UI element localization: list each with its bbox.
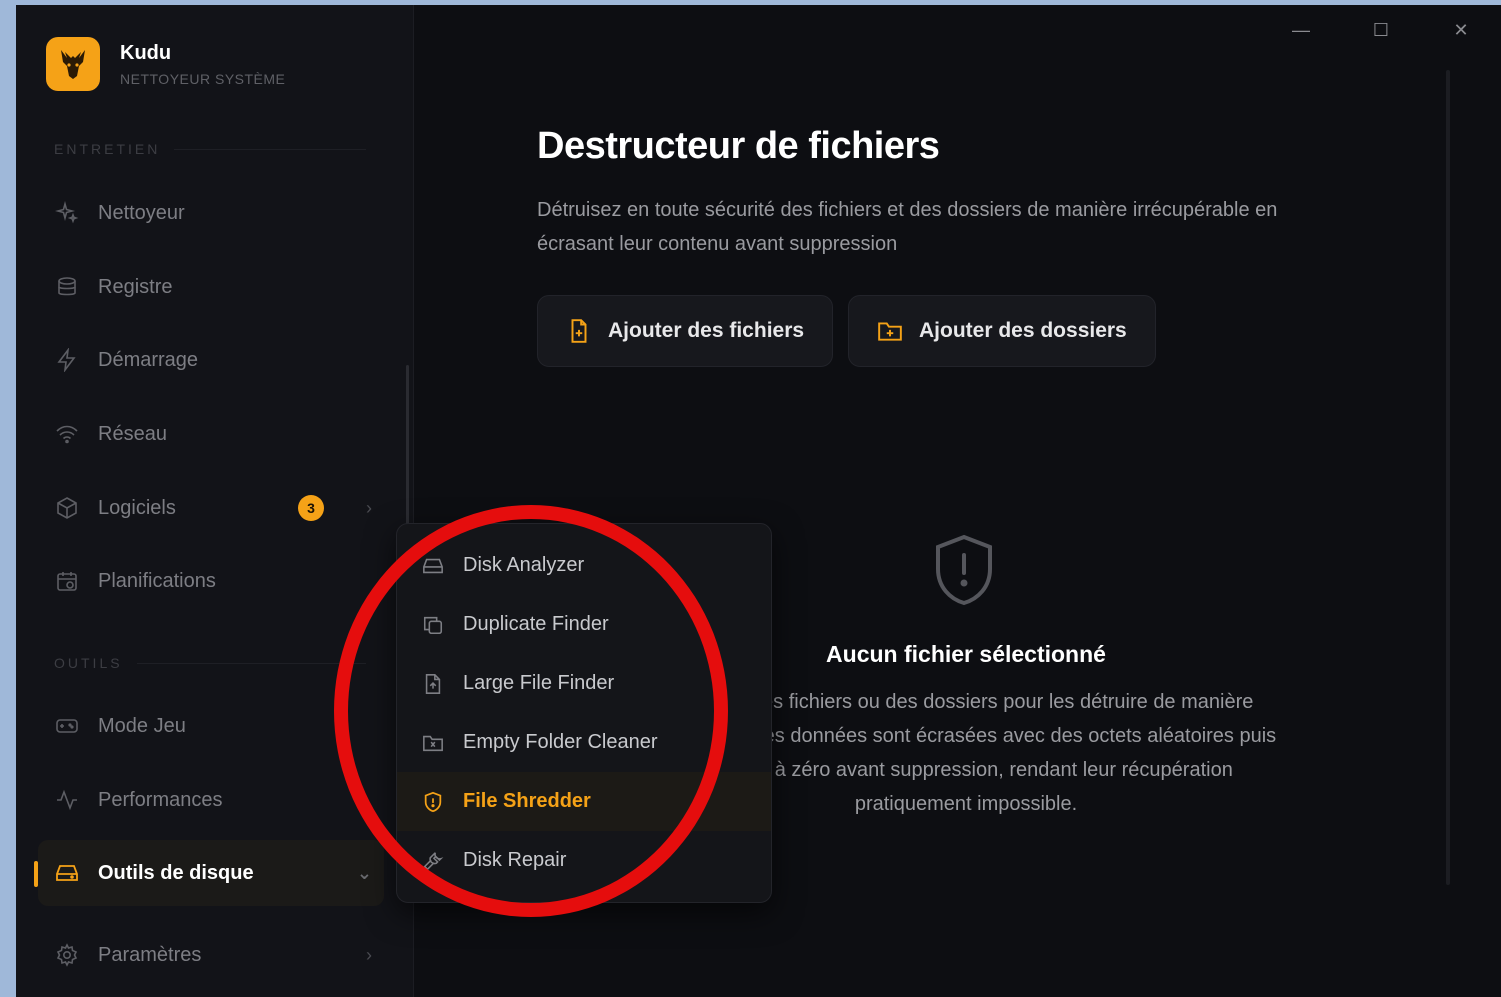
sidebar-item-label: Outils de disque	[98, 861, 254, 884]
menu-item-disk-repair[interactable]: Disk Repair	[397, 831, 771, 890]
sparkle-icon	[54, 200, 80, 226]
chevron-right-icon: ›	[366, 944, 372, 965]
app-name: Kudu	[120, 41, 172, 64]
sidebar-item-label: Planifications	[98, 569, 216, 592]
shield-icon	[421, 791, 445, 813]
app-subtitle: NETTOYEUR SYSTÈME	[120, 70, 286, 87]
file-plus-icon	[566, 318, 592, 344]
sidebar-item-label: Démarrage	[98, 348, 199, 371]
window-controls: — ☐ ✕	[1261, 15, 1501, 45]
hard-drive-icon	[54, 860, 80, 886]
menu-item-label: Duplicate Finder	[463, 613, 609, 635]
sidebar-item-label: Mode Jeu	[98, 714, 186, 737]
page-title: Destructeur de fichiers	[537, 125, 940, 167]
add-files-button[interactable]: Ajouter des fichiers	[537, 295, 834, 367]
wrench-icon	[421, 850, 445, 872]
maximize-button[interactable]: ☐	[1341, 15, 1421, 45]
menu-item-disk-analyzer[interactable]: Disk Analyzer	[397, 536, 771, 595]
page-description: Détruisez en toute sécurité des fichiers…	[537, 199, 1278, 255]
sidebar-item-label: Nettoyeur	[98, 201, 185, 224]
sidebar-item-reseau[interactable]: Réseau	[38, 401, 384, 467]
sidebar-item-mode-jeu[interactable]: Mode Jeu	[38, 693, 384, 759]
section-label-tools: OUTILS	[54, 655, 366, 671]
sidebar-item-label: Logiciels	[98, 496, 176, 519]
kudu-logo-icon	[46, 37, 100, 91]
section-label-maintenance: ENTRETIEN	[54, 141, 366, 157]
sidebar-item-nettoyeur[interactable]: Nettoyeur	[38, 180, 384, 246]
menu-item-file-shredder[interactable]: File Shredder	[397, 772, 771, 831]
add-files-label: Ajouter des fichiers	[608, 319, 805, 342]
minimize-button[interactable]: —	[1261, 15, 1341, 45]
menu-item-duplicate-finder[interactable]: Duplicate Finder	[397, 595, 771, 654]
menu-item-label: Empty Folder Cleaner	[463, 731, 658, 753]
chevron-down-icon: ⌄	[356, 862, 372, 883]
sidebar-item-performances[interactable]: Performances	[38, 767, 384, 833]
sidebar-item-parametres[interactable]: Paramètres ›	[38, 922, 384, 988]
menu-item-label: Large File Finder	[463, 672, 615, 694]
wifi-icon	[54, 421, 80, 447]
sidebar-item-label: Registre	[98, 275, 173, 298]
file-icon	[421, 673, 445, 695]
folder-plus-icon	[877, 318, 903, 344]
bolt-icon	[54, 347, 80, 373]
update-count-badge: 3	[298, 495, 324, 521]
pulse-icon	[54, 787, 80, 813]
copy-icon	[421, 614, 445, 636]
menu-item-large-file-finder[interactable]: Large File Finder	[397, 654, 771, 713]
sidebar: Kudu NETTOYEUR SYSTÈME ENTRETIEN Nettoye…	[16, 5, 414, 997]
sidebar-item-planifications[interactable]: Planifications	[38, 548, 384, 614]
add-folders-button[interactable]: Ajouter des dossiers	[848, 295, 1156, 367]
sidebar-item-registre[interactable]: Registre	[38, 254, 384, 320]
sidebar-item-label: Réseau	[98, 422, 167, 445]
disk-tools-menu: Disk Analyzer Duplicate Finder Large Fil…	[396, 523, 772, 903]
shield-alert-icon	[932, 533, 996, 612]
menu-item-empty-folder-cleaner[interactable]: Empty Folder Cleaner	[397, 713, 771, 772]
database-icon	[54, 274, 80, 300]
close-button[interactable]: ✕	[1421, 15, 1501, 45]
gear-icon	[54, 942, 80, 968]
main-scrollbar[interactable]	[1446, 70, 1450, 885]
package-icon	[54, 495, 80, 521]
sidebar-item-logiciels[interactable]: Logiciels 3 ›	[38, 475, 384, 541]
add-folders-label: Ajouter des dossiers	[919, 319, 1127, 342]
hard-drive-icon	[421, 555, 445, 577]
brand: Kudu NETTOYEUR SYSTÈME	[46, 37, 285, 91]
gamepad-icon	[54, 713, 80, 739]
chevron-right-icon: ›	[366, 497, 372, 518]
menu-item-label: File Shredder	[463, 790, 591, 812]
menu-item-label: Disk Analyzer	[463, 554, 585, 576]
menu-item-label: Disk Repair	[463, 849, 567, 871]
folder-x-icon	[421, 732, 445, 754]
app-window: Kudu NETTOYEUR SYSTÈME ENTRETIEN Nettoye…	[16, 5, 1501, 997]
calendar-icon	[54, 568, 80, 594]
sidebar-item-demarrage[interactable]: Démarrage	[38, 327, 384, 393]
sidebar-item-outils-de-disque[interactable]: Outils de disque ⌄	[38, 840, 384, 906]
sidebar-item-label: Paramètres	[98, 943, 202, 966]
sidebar-item-label: Performances	[98, 788, 223, 811]
